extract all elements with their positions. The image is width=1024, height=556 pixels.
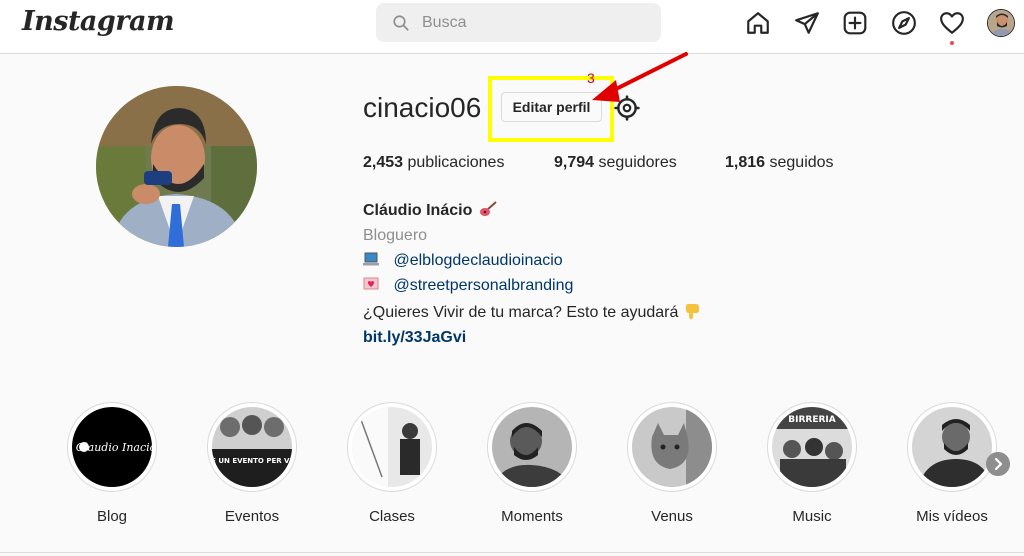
- highlight-mis-videos[interactable]: Mis vídeos: [906, 402, 998, 525]
- highlight-cover-ring: [487, 402, 577, 492]
- highlight-cover-ring: [627, 402, 717, 492]
- bio-mention-link-branding[interactable]: @streetpersonalbranding: [393, 277, 573, 294]
- following-count-label: seguidos: [769, 154, 834, 171]
- new-post-icon[interactable]: [842, 10, 868, 36]
- explore-icon[interactable]: [891, 10, 917, 36]
- heart-letter-icon: [363, 277, 379, 290]
- followers-count-label: seguidores: [598, 154, 677, 171]
- highlight-label: Mis vídeos: [916, 508, 988, 525]
- highlight-cover-venus: [632, 407, 712, 487]
- profile-username: cinacio06: [363, 92, 482, 123]
- highlight-music[interactable]: BIRRERIA Music: [766, 402, 858, 525]
- bio-text: ¿Quieres Vivir de tu marca? Esto te ayud…: [363, 304, 679, 321]
- highlight-clases[interactable]: Clases: [346, 402, 438, 525]
- highlight-label: Eventos: [224, 508, 280, 525]
- highlight-blog[interactable]: Claudio Inacio Blog: [66, 402, 158, 525]
- highlight-eventos-cover-text: NON È UN EVENTO PER VECCHI: [212, 456, 292, 465]
- highlight-cover-mis-videos: [912, 407, 992, 487]
- followers-count-number: 9,794: [554, 154, 595, 171]
- posts-count-label: publicaciones: [407, 154, 505, 171]
- profile-photo[interactable]: [96, 86, 257, 247]
- posts-count: 2,453 publicaciones: [363, 154, 504, 172]
- instagram-logo[interactable]: Instagram: [22, 6, 175, 37]
- highlight-label: Blog: [96, 508, 128, 525]
- search-icon: [393, 15, 409, 31]
- section-divider: [0, 552, 1024, 553]
- settings-gear-icon[interactable]: [614, 95, 640, 121]
- highlight-eventos[interactable]: NON È UN EVENTO PER VECCHI Eventos: [206, 402, 298, 525]
- notification-dot: [950, 41, 954, 45]
- bio-line-text: ¿Quieres Vivir de tu marca? Esto te ayud…: [363, 303, 701, 322]
- profile-website-link[interactable]: bit.ly/33JaGvi: [363, 329, 466, 347]
- nav-profile-avatar[interactable]: [987, 9, 1015, 37]
- home-icon[interactable]: [745, 10, 771, 36]
- direct-message-icon[interactable]: [794, 10, 820, 36]
- full-name-text: Cláudio Inácio: [363, 202, 473, 219]
- highlight-cover-ring: [907, 402, 997, 492]
- posts-count-number: 2,453: [363, 154, 404, 171]
- profile-category: Bloguero: [363, 227, 428, 244]
- following-count-number: 1,816: [725, 154, 766, 171]
- pointing-down-hand-icon: [685, 304, 699, 319]
- highlights-next-chevron-icon[interactable]: [986, 452, 1010, 476]
- highlight-cover-ring: [347, 402, 437, 492]
- profile-full-name: Cláudio Inácio: [363, 201, 497, 220]
- profile-portrait-image: [96, 86, 257, 247]
- highlight-label: Venus: [651, 508, 693, 525]
- bio-mention-link-blog[interactable]: @elblogdeclaudioinacio: [393, 252, 562, 269]
- top-navigation-bar: Instagram: [0, 0, 1024, 54]
- search-box[interactable]: [376, 3, 661, 42]
- highlight-label: Clases: [369, 508, 415, 525]
- followers-count[interactable]: 9,794 seguidores: [554, 154, 677, 172]
- highlight-blog-cover-text: Claudio Inacio: [76, 441, 152, 454]
- highlight-cover-ring: NON È UN EVENTO PER VECCHI: [207, 402, 297, 492]
- highlight-label: Music: [792, 508, 832, 525]
- highlight-music-cover-text: BIRRERIA: [788, 415, 835, 425]
- highlight-cover-eventos: NON È UN EVENTO PER VECCHI: [212, 407, 292, 487]
- following-count[interactable]: 1,816 seguidos: [725, 154, 834, 172]
- highlight-cover-ring: Claudio Inacio: [67, 402, 157, 492]
- highlight-venus[interactable]: Venus: [626, 402, 718, 525]
- search-input[interactable]: [422, 12, 642, 34]
- highlight-cover-music: BIRRERIA: [772, 407, 852, 487]
- highlight-cover-clases: [352, 407, 432, 487]
- highlight-cover-blog: Claudio Inacio: [72, 407, 152, 487]
- highlight-moments[interactable]: Moments: [486, 402, 578, 525]
- avatar-photo: [988, 10, 1014, 36]
- guitar-icon: [479, 201, 497, 216]
- highlight-cover-ring: BIRRERIA: [767, 402, 857, 492]
- highlight-label: Moments: [501, 508, 563, 525]
- bio-line-branding: @streetpersonalbranding: [363, 277, 573, 295]
- laptop-icon: [363, 252, 379, 266]
- highlight-cover-moments: [492, 407, 572, 487]
- bio-line-blog: @elblogdeclaudioinacio: [363, 252, 563, 270]
- activity-heart-icon[interactable]: [939, 10, 965, 36]
